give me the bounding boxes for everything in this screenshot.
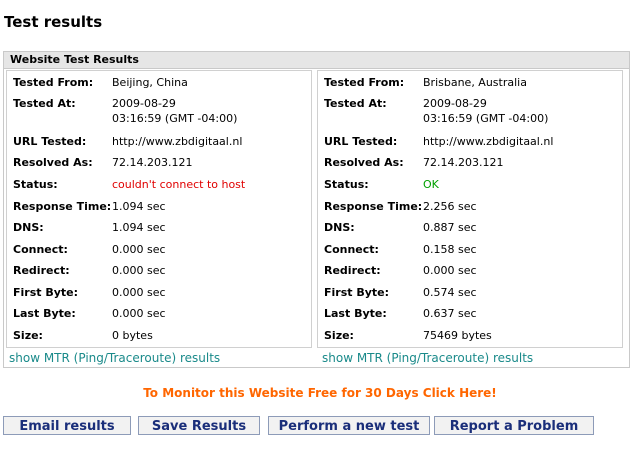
perform-new-test-button[interactable]: Perform a new test — [268, 416, 430, 435]
value-url-tested: http://www.zbdigitaal.nl — [112, 135, 243, 148]
value-tested-from: Beijing, China — [112, 76, 188, 89]
value-connect: 0.000 sec — [112, 243, 166, 256]
label-size: Size: — [324, 329, 354, 342]
value-tested-at-time: 03:16:59 (GMT -04:00) — [423, 112, 549, 125]
value-size: 0 bytes — [112, 329, 153, 342]
value-tested-at-date: 2009-08-29 — [423, 97, 487, 110]
label-tested-at: Tested At: — [13, 97, 76, 110]
value-redirect: 0.000 sec — [423, 264, 477, 277]
label-tested-at: Tested At: — [324, 97, 387, 110]
email-results-button[interactable]: Email results — [3, 416, 131, 435]
value-status: couldn't connect to host — [112, 178, 246, 191]
label-status: Status: — [13, 178, 58, 191]
value-tested-from: Brisbane, Australia — [423, 76, 527, 89]
label-resolved-as: Resolved As: — [324, 156, 404, 169]
value-resolved-as: 72.14.203.121 — [112, 156, 193, 169]
label-first-byte: First Byte: — [324, 286, 390, 299]
label-status: Status: — [324, 178, 369, 191]
free-monitoring-promo-link[interactable]: To Monitor this Website Free for 30 Days… — [0, 386, 640, 400]
label-tested-from: Tested From: — [13, 76, 94, 89]
value-response-time: 1.094 sec — [112, 200, 166, 213]
value-url-tested: http://www.zbdigitaal.nl — [423, 135, 554, 148]
value-tested-at-time: 03:16:59 (GMT -04:00) — [112, 112, 238, 125]
value-resolved-as: 72.14.203.121 — [423, 156, 504, 169]
label-tested-from: Tested From: — [324, 76, 405, 89]
value-response-time: 2.256 sec — [423, 200, 477, 213]
results-panel: Website Test Results Tested From: Beijin… — [3, 51, 630, 368]
value-size: 75469 bytes — [423, 329, 492, 342]
value-tested-at-date: 2009-08-29 — [112, 97, 176, 110]
report-problem-button[interactable]: Report a Problem — [434, 416, 594, 435]
value-redirect: 0.000 sec — [112, 264, 166, 277]
label-size: Size: — [13, 329, 43, 342]
label-dns: DNS: — [13, 221, 44, 234]
value-last-byte: 0.637 sec — [423, 307, 477, 320]
label-last-byte: Last Byte: — [13, 307, 76, 320]
mtr-results-link-beijing[interactable]: show MTR (Ping/Traceroute) results — [9, 351, 220, 365]
location-result-brisbane: Tested From: Brisbane, Australia Tested … — [317, 70, 623, 348]
label-resolved-as: Resolved As: — [13, 156, 93, 169]
label-url-tested: URL Tested: — [324, 135, 398, 148]
value-status: OK — [423, 178, 439, 191]
value-dns: 1.094 sec — [112, 221, 166, 234]
label-connect: Connect: — [324, 243, 379, 256]
value-connect: 0.158 sec — [423, 243, 477, 256]
label-first-byte: First Byte: — [13, 286, 79, 299]
panel-header: Website Test Results — [4, 52, 629, 69]
save-results-button[interactable]: Save Results — [138, 416, 260, 435]
value-first-byte: 0.574 sec — [423, 286, 477, 299]
label-response-time: Response Time: — [324, 200, 423, 213]
label-redirect: Redirect: — [324, 264, 381, 277]
label-connect: Connect: — [13, 243, 68, 256]
label-response-time: Response Time: — [13, 200, 112, 213]
label-url-tested: URL Tested: — [13, 135, 87, 148]
value-first-byte: 0.000 sec — [112, 286, 166, 299]
label-redirect: Redirect: — [13, 264, 70, 277]
page-title: Test results — [4, 13, 103, 31]
value-dns: 0.887 sec — [423, 221, 477, 234]
label-dns: DNS: — [324, 221, 355, 234]
value-last-byte: 0.000 sec — [112, 307, 166, 320]
location-result-beijing: Tested From: Beijing, China Tested At: 2… — [6, 70, 312, 348]
mtr-results-link-brisbane[interactable]: show MTR (Ping/Traceroute) results — [322, 351, 533, 365]
label-last-byte: Last Byte: — [324, 307, 387, 320]
